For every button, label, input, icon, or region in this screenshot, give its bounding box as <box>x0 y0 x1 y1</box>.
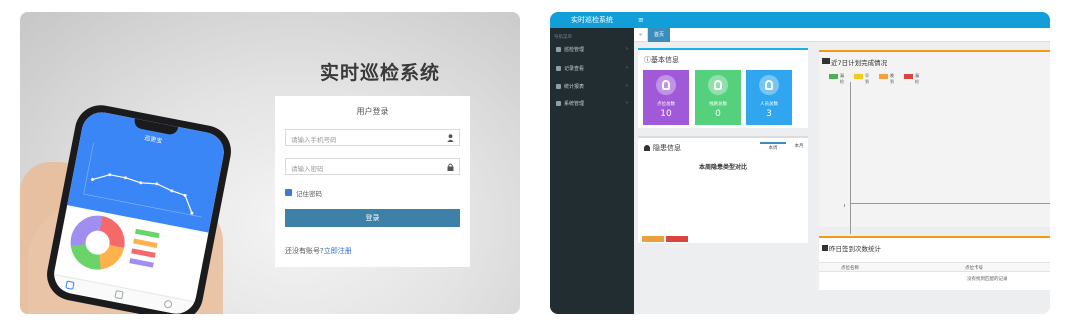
basic-info-title-text: 基本信息 <box>651 56 679 64</box>
password-input[interactable]: 请输入密码 <box>285 158 460 175</box>
legend-label: 晚到 <box>890 73 894 84</box>
phone-legend-swatch <box>129 258 154 268</box>
phone-legend-swatch <box>131 248 156 258</box>
stat-card-points[interactable]: 点位总数 10 <box>643 70 689 125</box>
stat-value: 0 <box>715 109 721 119</box>
legend-swatch <box>829 74 838 79</box>
remember-label: 记住密码 <box>296 190 322 198</box>
sidebar-item-records[interactable]: 记录查看 › <box>550 63 634 75</box>
tab-scroll-left-button[interactable]: « <box>634 28 648 42</box>
chevron-right-icon: › <box>626 65 628 71</box>
route-icon <box>708 75 728 95</box>
basic-info-title: ⓘ基本信息 <box>644 55 679 65</box>
hazard-legend-item <box>666 236 688 242</box>
phone-legend-swatch <box>134 228 160 239</box>
tab-bar: « 首页 <box>634 28 1050 42</box>
sidebar-item-label: 统计报表 <box>564 84 585 90</box>
hazard-chart-title: 本周隐患类型对比 <box>698 164 747 171</box>
phone-input[interactable]: 请输入手机号码 <box>285 129 460 146</box>
reports-icon <box>556 84 561 89</box>
legend-swatch <box>854 74 863 79</box>
sidebar-item-inspection[interactable]: 巡检管理 › <box>550 44 634 56</box>
chevron-right-icon: › <box>626 46 628 52</box>
remember-checkbox[interactable] <box>285 189 292 196</box>
plan-x-axis <box>850 203 1050 204</box>
stat-value: 3 <box>766 109 772 119</box>
user-icon <box>447 134 454 142</box>
bell-icon <box>644 145 650 151</box>
info-icon: ⓘ <box>644 56 651 64</box>
register-row: 还没有账号?立即注册 <box>285 246 352 256</box>
person-icon <box>759 75 779 95</box>
signin-title: 昨日签到次数统计 <box>829 245 881 253</box>
login-button[interactable]: 登录 <box>285 209 460 227</box>
legend-swatch <box>879 74 888 79</box>
stat-value: 10 <box>660 109 672 119</box>
sidebar-item-system[interactable]: 系统管理 › <box>550 98 634 110</box>
signin-table-header: 点位名称 点位卡号 <box>819 262 1050 272</box>
location-icon <box>656 75 676 95</box>
top-bar: 实时巡检系统 ≡ <box>550 12 1050 28</box>
table-icon <box>822 245 828 251</box>
dashboard-screenshot-panel: 实时巡检系统 ≡ 导航菜单 巡检管理 › 记录查看 › 统计报表 › 系统管理 … <box>550 12 1050 314</box>
inspection-icon <box>556 47 561 52</box>
chevron-right-icon: › <box>626 100 628 106</box>
sidebar-item-label: 系统管理 <box>564 101 585 107</box>
tab-this-month[interactable]: 本月 <box>786 142 812 152</box>
system-title: 实时巡检系统 <box>319 62 440 84</box>
user-tab-icon <box>163 299 173 309</box>
legend-swatch <box>904 74 913 79</box>
records-icon <box>556 66 561 71</box>
column-card-number[interactable]: 点位卡号 <box>965 265 983 271</box>
phone-donut-chart <box>65 210 130 275</box>
stat-card-people[interactable]: 人员总数 3 <box>746 70 792 125</box>
hazard-legend-item <box>642 236 664 242</box>
stat-label: 线路总数 <box>709 102 727 107</box>
list-tab-icon <box>114 290 124 300</box>
plan-completion-box: 近7日计划完成情况 漏检 早到 晚到 漏检 <box>819 50 1050 234</box>
login-card-title: 用户登录 <box>356 107 389 116</box>
app-name: 实时巡检系统 <box>571 16 613 24</box>
phone-input-placeholder: 请输入手机号码 <box>291 136 337 144</box>
stat-card-routes[interactable]: 线路总数 0 <box>695 70 741 125</box>
legend-label: 早到 <box>865 73 869 84</box>
chevron-right-icon: › <box>626 83 628 89</box>
plan-x-tick <box>844 204 845 207</box>
signin-stats-box: 昨日签到次数统计 点位名称 点位卡号 没有找到匹配的记录 <box>819 236 1050 290</box>
plan-title: 近7日计划完成情况 <box>831 59 888 67</box>
register-prefix: 还没有账号? <box>285 247 324 255</box>
register-link[interactable]: 立即注册 <box>324 247 352 255</box>
sidebar: 导航菜单 巡检管理 › 记录查看 › 统计报表 › 系统管理 › <box>550 28 634 314</box>
phone-screen: 巡更宝 <box>50 108 228 314</box>
sidebar-caption: 导航菜单 <box>554 35 572 40</box>
sidebar-item-reports[interactable]: 统计报表 › <box>550 81 634 93</box>
tab-this-week[interactable]: 本周 <box>760 142 786 152</box>
column-point-name[interactable]: 点位名称 <box>841 265 859 271</box>
stat-label: 人员总数 <box>760 102 778 107</box>
sidebar-item-label: 巡检管理 <box>564 47 585 53</box>
home-tab-icon <box>65 280 75 290</box>
tab-home[interactable]: 首页 <box>648 28 670 42</box>
basic-info-box: ⓘ基本信息 点位总数 10 线路总数 0 人员总数 3 <box>638 48 808 128</box>
donut-hole <box>83 228 112 257</box>
stat-label: 点位总数 <box>657 102 675 107</box>
legend-label: 漏检 <box>840 73 844 84</box>
sidebar-item-label: 记录查看 <box>564 66 585 72</box>
hazard-title: 隐患信息 <box>653 144 681 152</box>
login-card: 用户登录 请输入手机号码 请输入密码 记住密码 登录 还没有账号?立即注册 <box>275 96 470 267</box>
plan-y-axis <box>850 82 851 234</box>
password-input-placeholder: 请输入密码 <box>291 165 324 173</box>
login-screenshot-panel: 巡更宝 实时巡检系统 用户登录 请输入手机号码 请输入密码 记住密码 登录 还没… <box>20 12 520 314</box>
legend-label: 漏检 <box>915 73 919 84</box>
system-icon <box>556 101 561 106</box>
phone-legend-swatch <box>133 238 158 249</box>
signin-empty-message: 没有找到匹配的记录 <box>967 277 1008 282</box>
menu-toggle-icon[interactable]: ≡ <box>638 12 644 28</box>
chart-icon <box>822 58 830 64</box>
lock-icon <box>447 163 454 171</box>
hazard-info-box: 隐患信息 本周 本月 本周隐患类型对比 <box>638 136 808 243</box>
